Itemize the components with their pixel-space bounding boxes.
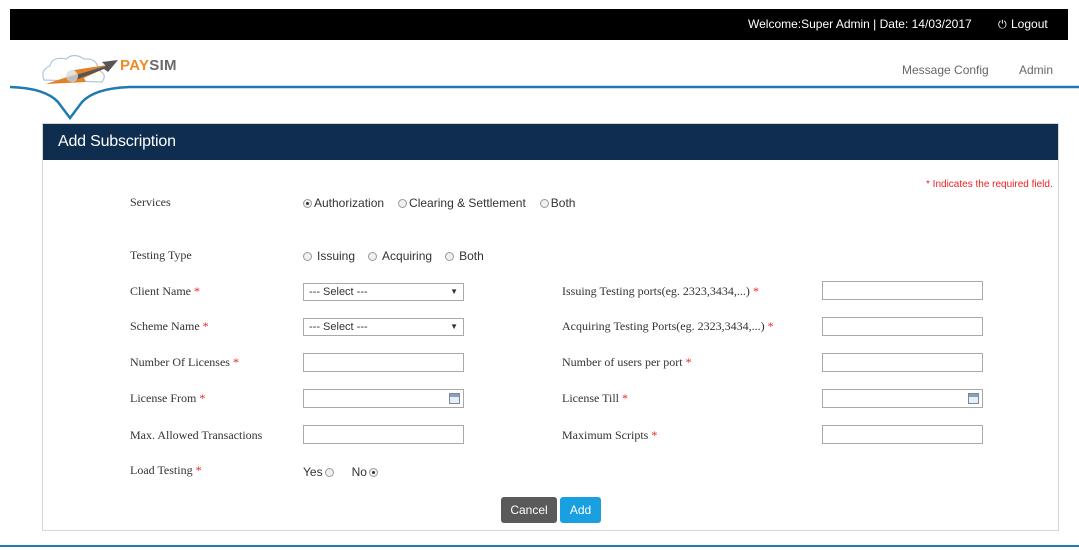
nav-message-config[interactable]: Message Config bbox=[902, 63, 989, 77]
radio-authorization[interactable] bbox=[303, 198, 312, 208]
add-button[interactable]: Add bbox=[560, 497, 601, 523]
load-testing-yes-label: Yes bbox=[303, 465, 323, 479]
required-star: * bbox=[193, 284, 200, 298]
load-testing-radio-group: Yes No bbox=[303, 465, 393, 479]
services-label: Services bbox=[130, 195, 171, 209]
services-clearing-label: Clearing & Settlement bbox=[409, 196, 526, 210]
issuing-ports-label: Issuing Testing ports(eg. 2323,3434,...)… bbox=[562, 284, 759, 299]
radio-clearing[interactable] bbox=[398, 198, 408, 208]
client-name-select[interactable]: --- Select --- ▼ bbox=[303, 283, 464, 301]
license-from-label: License From * bbox=[130, 391, 205, 406]
load-testing-label: Load Testing * bbox=[130, 463, 202, 478]
required-star: * bbox=[202, 319, 209, 333]
required-star: * bbox=[651, 428, 658, 442]
panel-header: Add Subscription bbox=[43, 124, 1058, 160]
client-name-label: Client Name * bbox=[130, 284, 200, 299]
acquiring-ports-text: Acquiring Testing Ports(eg. 2323,3434,..… bbox=[562, 319, 765, 333]
required-star: * bbox=[767, 319, 774, 333]
brand-name: PAYSIM bbox=[120, 57, 177, 74]
required-star: * bbox=[232, 355, 239, 369]
license-from-input[interactable] bbox=[303, 389, 464, 408]
brand-sim: SIM bbox=[149, 57, 177, 74]
testing-both-option[interactable]: Both bbox=[445, 249, 484, 263]
calendar-icon[interactable] bbox=[968, 393, 979, 404]
load-testing-yes-option[interactable]: Yes bbox=[303, 465, 336, 479]
radio-load-no[interactable] bbox=[368, 467, 378, 477]
top-bar: Welcome:Super Admin | Date: 14/03/2017 ⏻… bbox=[10, 9, 1068, 40]
users-per-port-text: Number of users per port bbox=[562, 355, 683, 369]
license-till-label: License Till * bbox=[562, 391, 628, 406]
radio-services-both[interactable] bbox=[539, 198, 549, 208]
required-field-note: * Indicates the required field. bbox=[926, 179, 1053, 190]
load-testing-no-label: No bbox=[351, 465, 367, 479]
testing-acquiring-label: Acquiring bbox=[382, 249, 433, 263]
number-of-licenses-label: Number Of Licenses * bbox=[130, 355, 239, 370]
number-of-licenses-input[interactable] bbox=[303, 353, 464, 372]
acquiring-ports-label: Acquiring Testing Ports(eg. 2323,3434,..… bbox=[562, 319, 774, 334]
required-star: * bbox=[195, 463, 202, 477]
users-per-port-label: Number of users per port * bbox=[562, 355, 692, 370]
load-testing-text: Load Testing bbox=[130, 463, 193, 477]
welcome-date-text: Welcome:Super Admin | Date: 14/03/2017 bbox=[748, 17, 972, 31]
services-radio-group: Authorization Clearing & Settlement Both bbox=[303, 196, 588, 210]
power-icon: ⏻ bbox=[998, 19, 1007, 31]
services-authorization-option[interactable]: Authorization bbox=[303, 196, 384, 210]
issuing-ports-text: Issuing Testing ports(eg. 2323,3434,...) bbox=[562, 284, 750, 298]
required-star: * bbox=[752, 284, 759, 298]
logout-link[interactable]: ⏻ Logout bbox=[998, 17, 1048, 32]
brand-pay: PAY bbox=[120, 57, 150, 74]
testing-both-label: Both bbox=[459, 249, 484, 263]
radio-issuing[interactable] bbox=[303, 251, 312, 261]
services-authorization-label: Authorization bbox=[314, 196, 385, 210]
required-star: * bbox=[685, 355, 692, 369]
issuing-ports-input[interactable] bbox=[822, 281, 983, 300]
users-per-port-input[interactable] bbox=[822, 353, 983, 372]
dropdown-arrow-icon: ▼ bbox=[450, 322, 458, 331]
testing-type-radio-group: Issuing Acquiring Both bbox=[303, 249, 497, 263]
nav-admin[interactable]: Admin bbox=[1019, 63, 1053, 77]
scheme-name-label: Scheme Name * bbox=[130, 319, 209, 334]
testing-issuing-label: Issuing bbox=[317, 249, 356, 263]
scheme-name-value: --- Select --- bbox=[309, 321, 368, 333]
services-both-option[interactable]: Both bbox=[539, 196, 576, 210]
maximum-scripts-label: Maximum Scripts * bbox=[562, 428, 657, 443]
radio-testing-both[interactable] bbox=[445, 251, 455, 261]
dropdown-arrow-icon: ▼ bbox=[450, 287, 458, 296]
required-star: * bbox=[199, 391, 206, 405]
client-name-text: Client Name bbox=[130, 284, 191, 298]
services-both-label: Both bbox=[550, 196, 576, 210]
maximum-scripts-text: Maximum Scripts bbox=[562, 428, 649, 442]
calendar-icon[interactable] bbox=[449, 393, 460, 404]
acquiring-ports-input[interactable] bbox=[822, 317, 983, 336]
testing-type-label: Testing Type bbox=[130, 248, 192, 262]
cancel-button[interactable]: Cancel bbox=[501, 497, 557, 523]
logout-label: Logout bbox=[1011, 17, 1048, 31]
client-name-value: --- Select --- bbox=[309, 286, 368, 298]
required-star: * bbox=[622, 391, 629, 405]
services-clearing-option[interactable]: Clearing & Settlement bbox=[398, 196, 526, 210]
license-till-text: License Till bbox=[562, 391, 620, 405]
footer-divider bbox=[0, 545, 1079, 547]
scheme-name-text: Scheme Name bbox=[130, 319, 200, 333]
testing-acquiring-option[interactable]: Acquiring bbox=[368, 249, 432, 263]
page-title: Add Subscription bbox=[58, 133, 176, 150]
max-allowed-transactions-input[interactable] bbox=[303, 425, 464, 444]
header: PAYSIM Message Config Admin bbox=[0, 40, 1079, 130]
load-testing-no-option[interactable]: No bbox=[352, 465, 380, 479]
license-till-input[interactable] bbox=[822, 389, 983, 408]
radio-load-yes[interactable] bbox=[324, 467, 334, 477]
max-allowed-transactions-label: Max. Allowed Transactions bbox=[130, 428, 263, 442]
scheme-name-select[interactable]: --- Select --- ▼ bbox=[303, 318, 464, 336]
radio-acquiring[interactable] bbox=[368, 251, 378, 261]
maximum-scripts-input[interactable] bbox=[822, 425, 983, 444]
testing-issuing-option[interactable]: Issuing bbox=[303, 249, 355, 263]
license-from-text: License From bbox=[130, 391, 197, 405]
number-of-licenses-text: Number Of Licenses bbox=[130, 355, 230, 369]
